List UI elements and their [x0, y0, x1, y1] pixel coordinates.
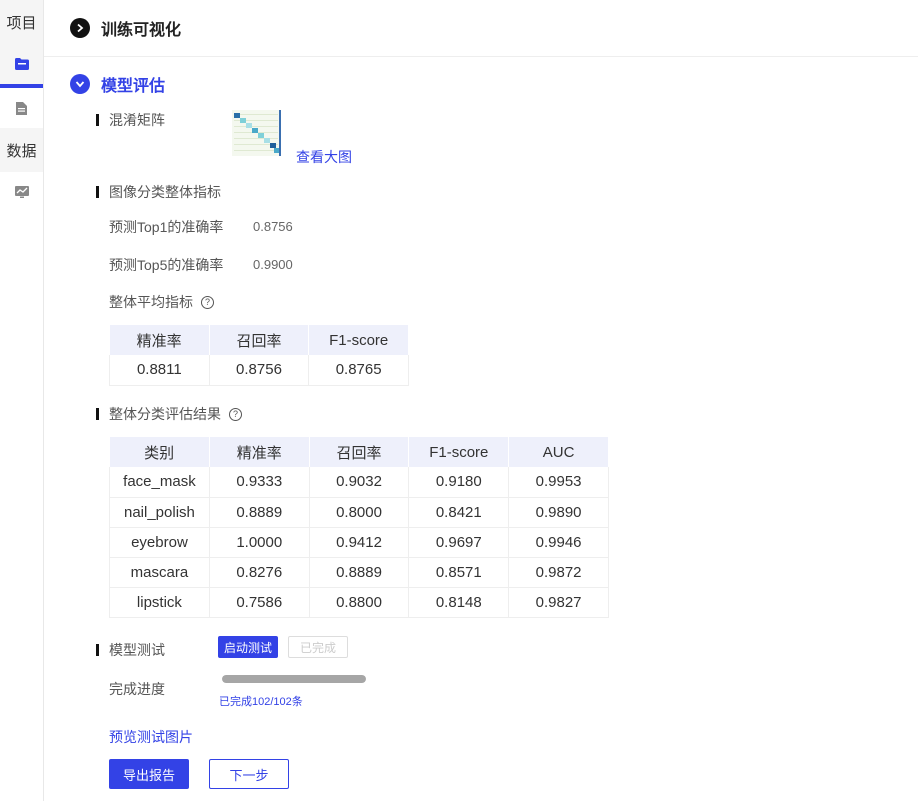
sidebar-item-project-folder[interactable]	[0, 44, 43, 88]
view-large-link[interactable]: 查看大图	[296, 147, 352, 167]
table-cell: 0.7586	[209, 587, 310, 618]
folder-icon	[14, 58, 29, 70]
avg-metrics-label: 整体平均指标 ?	[109, 292, 214, 312]
chart-screen-icon	[14, 186, 29, 198]
confusion-matrix-label: 混淆矩阵	[96, 110, 165, 130]
table-cell: mascara	[109, 557, 210, 588]
table-cell: 1.0000	[209, 527, 310, 558]
table-header: 召回率	[309, 437, 410, 467]
table-cell: nail_polish	[109, 497, 210, 528]
table-row: eyebrow 1.0000 0.9412 0.9697 0.9946	[109, 527, 609, 558]
table-cell: 0.9953	[508, 467, 609, 498]
table-header: F1-score	[408, 437, 510, 467]
table-row: face_mask 0.9333 0.9032 0.9180 0.9953	[109, 467, 609, 498]
table-cell: face_mask	[109, 467, 210, 498]
table-row: nail_polish 0.8889 0.8000 0.8421 0.9890	[109, 497, 609, 528]
table-cell: 0.8571	[408, 557, 510, 588]
sidebar-item-document[interactable]	[0, 88, 43, 128]
completed-button: 已完成	[288, 636, 348, 658]
overall-metrics-label: 图像分类整体指标	[96, 182, 221, 202]
table-cell: 0.8421	[408, 497, 510, 528]
average-metrics-table: 精准率 召回率 F1-score 0.8811 0.8756 0.8765	[109, 325, 409, 386]
chevron-right-icon	[70, 18, 90, 38]
table-header: 召回率	[209, 325, 310, 355]
section-training-visualization[interactable]: 训练可视化	[70, 16, 181, 40]
sidebar-item-data-chart[interactable]	[0, 172, 43, 212]
table-header: 精准率	[109, 325, 210, 355]
table-cell: eyebrow	[109, 527, 210, 558]
table-cell: 0.9032	[309, 467, 410, 498]
section-model-evaluation[interactable]: 模型评估	[70, 72, 165, 96]
preview-test-images-link[interactable]: 预览测试图片	[109, 727, 193, 747]
top5-label: 预测Top5的准确率	[109, 257, 224, 273]
model-test-label: 模型测试	[96, 640, 165, 660]
table-cell: lipstick	[109, 587, 210, 618]
help-icon[interactable]: ?	[229, 407, 242, 421]
progress-label: 完成进度	[109, 681, 165, 697]
table-cell: 0.8148	[408, 587, 510, 618]
table-header: 精准率	[209, 437, 310, 467]
sidebar-project-label: 项目	[6, 14, 37, 32]
table-cell: 0.9827	[508, 587, 609, 618]
export-report-button[interactable]: 导出报告	[109, 759, 189, 789]
table-row: mascara 0.8276 0.8889 0.8571 0.9872	[109, 557, 609, 588]
table-row: 0.8811 0.8756 0.8765	[109, 355, 409, 386]
table-header: AUC	[508, 437, 609, 467]
chevron-down-icon	[70, 74, 90, 94]
table-cell: 0.8889	[209, 497, 310, 528]
progress-fill	[222, 675, 366, 683]
table-cell: 0.9872	[508, 557, 609, 588]
document-icon	[16, 101, 27, 115]
confusion-matrix-thumbnail[interactable]	[232, 110, 282, 158]
table-cell: 0.8276	[209, 557, 310, 588]
table-cell: 0.8756	[209, 355, 310, 386]
table-cell: 0.8811	[109, 355, 210, 386]
progress-bar	[222, 675, 366, 683]
next-step-button[interactable]: 下一步	[209, 759, 289, 789]
top5-value: 0.9900	[253, 257, 293, 272]
table-row: lipstick 0.7586 0.8800 0.8148 0.9827	[109, 587, 609, 618]
top1-value: 0.8756	[253, 219, 293, 234]
left-sidebar: 项目 数据	[0, 0, 44, 801]
table-cell: 0.9333	[209, 467, 310, 498]
section-title-training: 训练可视化	[101, 22, 182, 39]
class-eval-table: 类别 精准率 召回率 F1-score AUC face_mask 0.9333 0…	[109, 437, 609, 618]
table-header: 类别	[109, 437, 210, 467]
table-cell: 0.9697	[408, 527, 510, 558]
sidebar-data-label: 数据	[6, 142, 37, 160]
help-icon[interactable]: ?	[201, 295, 214, 309]
table-header: F1-score	[308, 325, 409, 355]
table-cell: 0.8000	[309, 497, 410, 528]
table-cell: 0.9180	[408, 467, 510, 498]
table-cell: 0.9946	[508, 527, 609, 558]
top1-label: 预测Top1的准确率	[109, 219, 224, 235]
progress-text: 已完成102/102条	[219, 696, 303, 708]
section-title-evaluation: 模型评估	[101, 78, 166, 95]
class-eval-label: 整体分类评估结果 ?	[96, 404, 242, 424]
header-divider	[44, 56, 918, 57]
start-test-button[interactable]: 启动测试	[218, 636, 278, 658]
table-cell: 0.9890	[508, 497, 609, 528]
table-cell: 0.8765	[308, 355, 409, 386]
table-cell: 0.8800	[309, 587, 410, 618]
table-cell: 0.8889	[309, 557, 410, 588]
table-cell: 0.9412	[309, 527, 410, 558]
